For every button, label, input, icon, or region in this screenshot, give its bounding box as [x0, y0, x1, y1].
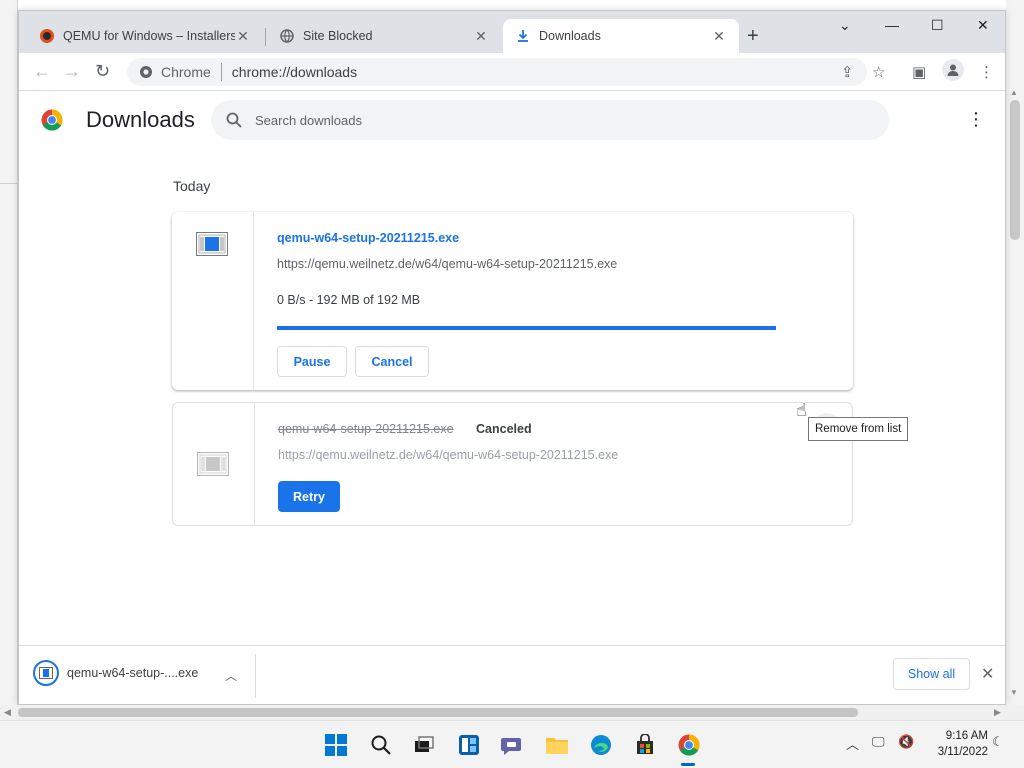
search-icon[interactable] — [369, 733, 393, 757]
search-icon — [226, 112, 242, 128]
chevron-up-icon[interactable]: ︿ — [225, 667, 237, 684]
start-windows-icon[interactable] — [324, 733, 348, 757]
qemu-favicon-icon — [39, 28, 55, 44]
profile-avatar-icon[interactable] — [942, 59, 964, 81]
download-source-url[interactable]: https://qemu.weilnetz.de/w64/qemu-w64-se… — [278, 448, 618, 462]
date-header: Today — [173, 178, 211, 194]
background-window-scrollbar[interactable]: ▲ ▼ — [1006, 0, 1024, 720]
close-icon[interactable]: ✕ — [235, 28, 251, 45]
file-icon — [197, 452, 229, 476]
tab-title: QEMU for Windows – Installers ( — [63, 29, 235, 43]
download-progress-ring-icon — [33, 660, 59, 686]
task-view-icon[interactable] — [412, 733, 436, 757]
progress-fill — [277, 326, 776, 330]
chrome-taskbar-icon[interactable] — [677, 733, 701, 757]
shelf-divider — [255, 654, 256, 698]
tab-search-chevron-icon[interactable]: ⌄ — [839, 17, 851, 34]
close-shelf-icon[interactable]: ✕ — [981, 664, 994, 684]
downloads-page: Downloads ⋮ Today qemu-w64-setup-2021121… — [19, 92, 1005, 645]
chrome-window: QEMU for Windows – Installers ( ✕ Site B… — [18, 10, 1006, 705]
taskbar-clock[interactable]: 9:16 AM 3/11/2022 — [920, 728, 988, 760]
scroll-up-arrow-icon[interactable]: ▲ — [1010, 88, 1018, 97]
cancel-button[interactable]: Cancel — [355, 346, 429, 377]
active-app-indicator — [681, 763, 695, 766]
address-bar[interactable]: Chrome chrome://downloads — [127, 58, 867, 86]
tab-title: Downloads — [539, 29, 601, 43]
omnibox-divider — [220, 63, 222, 81]
retry-button[interactable]: Retry — [278, 481, 340, 512]
chrome-chip: Chrome — [127, 64, 211, 80]
teams-chat-icon[interactable] — [500, 733, 524, 757]
show-all-button[interactable]: Show all — [893, 658, 970, 690]
download-shelf: qemu-w64-setup-....exe ︿ Show all ✕ — [19, 645, 1005, 704]
reload-icon[interactable]: ↻ — [95, 61, 110, 82]
microsoft-store-icon[interactable] — [633, 733, 657, 757]
download-item: qemu-w64-setup-20211215.exe Canceled htt… — [172, 402, 853, 526]
page-title: Downloads — [86, 107, 195, 132]
file-icon-column — [172, 212, 254, 390]
new-tab-plus-icon[interactable]: + — [747, 25, 759, 48]
tab-title: Site Blocked — [303, 29, 373, 43]
url-text[interactable]: chrome://downloads — [232, 64, 357, 80]
notifications-moon-icon[interactable]: ☾ — [992, 734, 1004, 750]
scroll-left-arrow-icon[interactable]: ◀ — [4, 707, 11, 718]
tab-downloads[interactable]: Downloads ✕ — [503, 19, 739, 53]
tab-qemu-installers[interactable]: QEMU for Windows – Installers ( ✕ — [27, 19, 263, 53]
chrome-icon — [140, 66, 152, 78]
horizontal-scroll-thumb[interactable] — [18, 708, 858, 717]
hand-cursor-icon: ☝ — [796, 400, 807, 420]
close-icon[interactable]: ✕ — [711, 28, 727, 45]
tab-strip: QEMU for Windows – Installers ( ✕ Site B… — [19, 11, 1005, 53]
search-input[interactable] — [255, 112, 855, 128]
bookmark-star-icon[interactable]: ☆ — [872, 63, 885, 81]
chrome-logo-icon — [41, 109, 63, 131]
forward-arrow-icon[interactable]: → — [63, 61, 81, 82]
download-progress-bar — [277, 326, 776, 330]
clock-time: 9:16 AM — [945, 730, 988, 742]
horizontal-scrollbar[interactable]: ◀ ▶ — [0, 705, 1024, 720]
download-filename-link[interactable]: qemu-w64-setup-20211215.exe — [277, 231, 459, 245]
clock-date: 3/11/2022 — [937, 746, 988, 758]
download-icon — [515, 28, 531, 44]
share-icon[interactable]: ⇪ — [841, 63, 854, 81]
tab-divider — [265, 28, 266, 46]
search-box[interactable] — [211, 100, 889, 140]
close-icon[interactable]: ✕ — [473, 28, 489, 45]
file-icon-column — [173, 403, 255, 525]
background-window-left — [0, 0, 18, 720]
download-filename: qemu-w64-setup-20211215.exe — [278, 422, 454, 436]
remove-from-list-tooltip: Remove from list — [808, 417, 909, 441]
maximize-icon[interactable]: ☐ — [931, 17, 944, 34]
edge-browser-icon[interactable] — [589, 733, 613, 757]
chrome-chip-label: Chrome — [161, 64, 211, 80]
side-panel-icon[interactable]: ▣ — [912, 63, 926, 81]
scroll-right-arrow-icon[interactable]: ▶ — [994, 707, 1001, 718]
tab-site-blocked[interactable]: Site Blocked ✕ — [267, 19, 501, 53]
show-hidden-icons-chevron-icon[interactable]: ︿ — [846, 734, 859, 753]
file-icon — [196, 232, 228, 256]
globe-icon — [279, 28, 295, 44]
file-explorer-icon[interactable] — [545, 733, 569, 757]
download-status-label: Canceled — [476, 422, 532, 436]
scroll-down-arrow-icon[interactable]: ▼ — [1010, 688, 1018, 697]
download-item: qemu-w64-setup-20211215.exe https://qemu… — [172, 212, 853, 390]
more-actions-kebab-icon[interactable]: ⋮ — [967, 110, 985, 128]
widgets-icon[interactable] — [457, 733, 481, 757]
scroll-thumb[interactable] — [1010, 100, 1020, 240]
download-source-url[interactable]: https://qemu.weilnetz.de/w64/qemu-w64-se… — [277, 257, 617, 271]
download-progress-text: 0 B/s - 192 MB of 192 MB — [277, 293, 421, 307]
shelf-download-item[interactable]: qemu-w64-setup-....exe — [33, 660, 198, 686]
network-monitor-icon[interactable]: 🖵 — [872, 734, 885, 750]
windows-taskbar: ︿ 🖵 🔇 9:16 AM 3/11/2022 ☾ — [0, 720, 1024, 768]
menu-kebab-icon[interactable]: ⋮ — [979, 63, 994, 81]
speaker-muted-icon[interactable]: 🔇 — [898, 734, 914, 750]
pause-button[interactable]: Pause — [277, 346, 347, 377]
minimize-icon[interactable]: — — [885, 17, 899, 33]
shelf-item-label: qemu-w64-setup-....exe — [67, 666, 199, 680]
window-close-icon[interactable]: ✕ — [977, 17, 989, 34]
back-arrow-icon[interactable]: ← — [33, 61, 51, 82]
browser-toolbar: ← → ↻ Chrome chrome://downloads ⇪ ☆ ▣ ⋮ — [19, 53, 1005, 91]
